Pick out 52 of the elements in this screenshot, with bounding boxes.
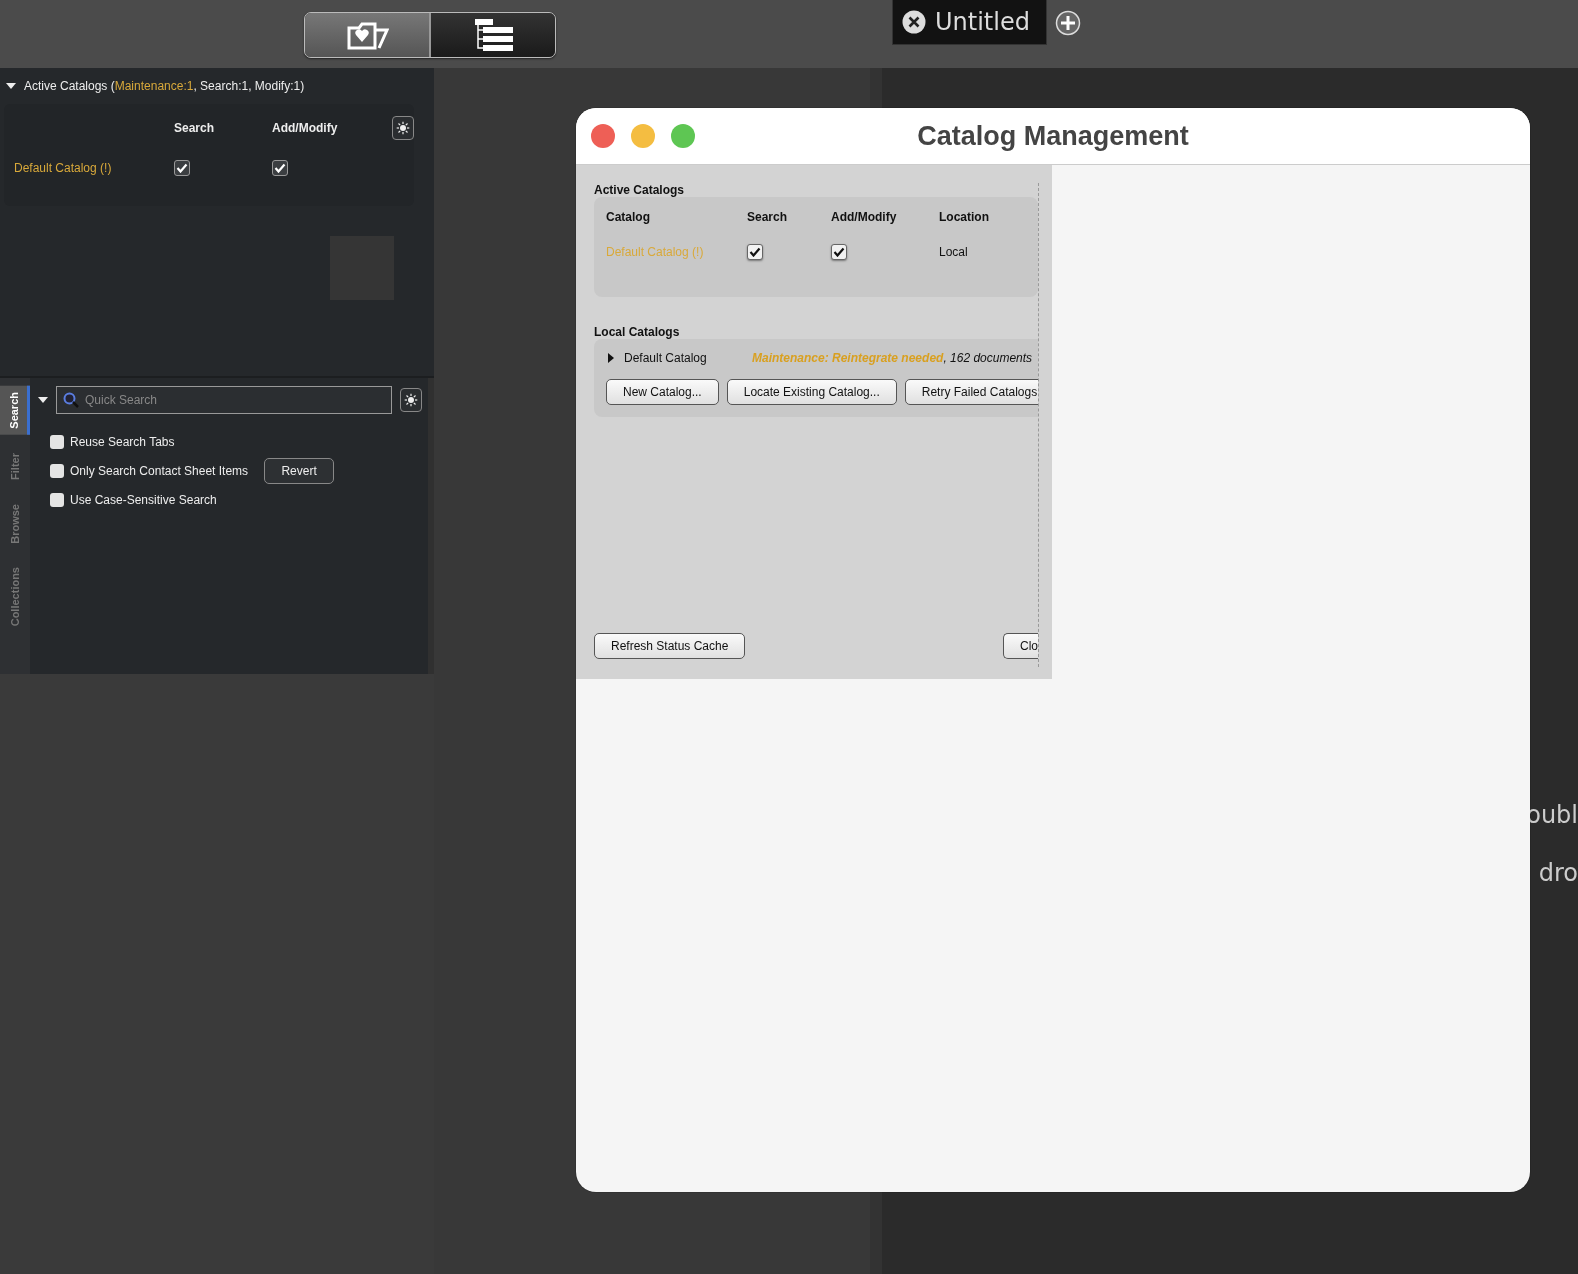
- catalog-name: Default Catalog (!): [606, 245, 705, 259]
- checkmark-icon: [176, 163, 188, 173]
- checkmark-icon: [833, 247, 845, 257]
- checkbox[interactable]: [174, 160, 190, 176]
- catalog-name: Default Catalog (!): [14, 161, 113, 175]
- column-header: Search: [174, 121, 216, 135]
- search-icon: [63, 392, 79, 408]
- settings-icon: [396, 121, 410, 135]
- settings-button[interactable]: [392, 116, 414, 140]
- close-icon: [901, 9, 927, 35]
- dialog-button[interactable]: Retry Failed Catalogs: [904, 379, 1038, 405]
- checkmark-icon: [749, 247, 761, 257]
- option-label: Reuse Search Tabs: [70, 435, 175, 449]
- checkbox[interactable]: [50, 435, 64, 449]
- option-label: Use Case-Sensitive Search: [70, 493, 217, 507]
- search-field[interactable]: Quick Search: [56, 386, 392, 414]
- disclosure-triangle-icon[interactable]: [6, 81, 16, 91]
- window-control-button[interactable]: [591, 124, 615, 148]
- section-label: Local Catalogs: [594, 325, 681, 339]
- side-tab[interactable]: Search: [0, 386, 30, 435]
- location-text: Local: [939, 245, 969, 259]
- section-label: Active Catalogs: [594, 183, 686, 197]
- revert-button[interactable]: Revert: [264, 458, 335, 484]
- settings-button[interactable]: [400, 388, 422, 412]
- checkbox[interactable]: [50, 464, 64, 478]
- checkbox[interactable]: [272, 160, 288, 176]
- view-button[interactable]: [429, 13, 555, 57]
- catalog-status: Maintenance: Reintegrate needed, 162 documents: [752, 351, 1033, 365]
- column-header: Catalog: [606, 210, 651, 224]
- column-header: Add/Modify: [831, 210, 898, 224]
- plus-icon[interactable]: [1054, 10, 1081, 36]
- view-button[interactable]: [305, 13, 429, 57]
- option-label: Only Search Contact Sheet Items: [70, 464, 249, 478]
- dialog-button[interactable]: Locate Existing Catalog...: [726, 379, 897, 405]
- document-tab[interactable]: Untitled: [892, 0, 1047, 45]
- checkbox[interactable]: [747, 244, 763, 260]
- dialog-button[interactable]: Refresh Status Cache: [594, 633, 746, 659]
- dialog-button[interactable]: Clo: [1003, 633, 1038, 659]
- checkbox[interactable]: [50, 493, 64, 507]
- column-header: Add/Modify: [272, 121, 339, 135]
- dropdown-icon[interactable]: [38, 395, 48, 405]
- dialog-button[interactable]: New Catalog...: [606, 379, 719, 405]
- checkbox[interactable]: [831, 244, 847, 260]
- settings-icon: [404, 393, 418, 407]
- panel-title[interactable]: Active Catalogs (Maintenance:1, Search:1, Modify:1): [24, 79, 305, 93]
- column-header: Search: [747, 210, 789, 224]
- column-header: Location: [939, 210, 990, 224]
- window-title: Catalog Management: [917, 120, 1189, 152]
- hint-text: dro: [1538, 859, 1578, 887]
- disclosure-triangle-icon[interactable]: [606, 353, 616, 363]
- checkmark-icon: [274, 163, 286, 173]
- catalog-name[interactable]: Default Catalog: [624, 351, 752, 365]
